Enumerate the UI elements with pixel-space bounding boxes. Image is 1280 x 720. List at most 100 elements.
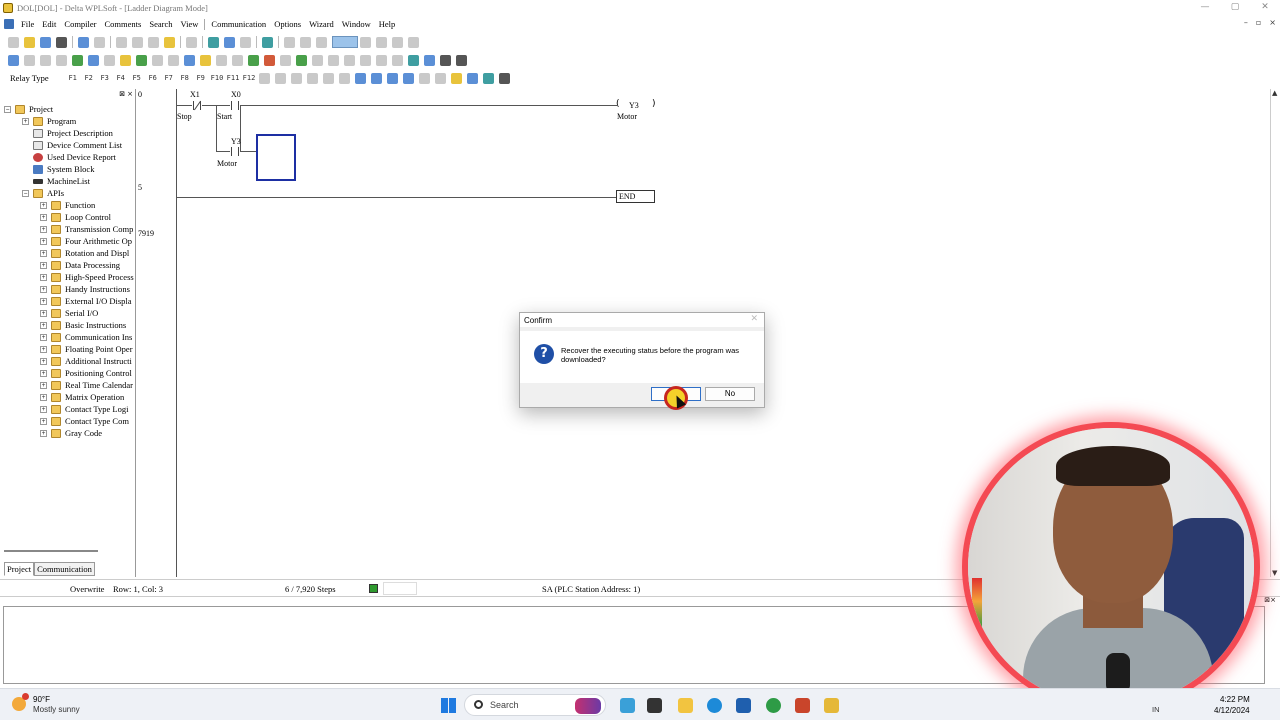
wplsoft-taskbar-icon[interactable] xyxy=(824,698,839,713)
monitor-icon[interactable] xyxy=(56,54,67,66)
online-icon[interactable] xyxy=(78,36,89,48)
f8-button[interactable]: F8 xyxy=(179,74,191,82)
expand-icon[interactable]: + xyxy=(40,237,47,245)
comment-mode-icon[interactable] xyxy=(88,54,99,66)
expand-icon[interactable]: + xyxy=(40,369,47,377)
tree-node[interactable]: + Loop Control xyxy=(4,211,136,223)
status-icon[interactable] xyxy=(296,54,307,66)
compile-icon[interactable] xyxy=(72,54,83,66)
expand-icon[interactable]: + xyxy=(40,429,47,437)
jump-icon[interactable] xyxy=(418,72,430,84)
horizontal-scrollbar[interactable] xyxy=(4,550,98,552)
tree-node[interactable]: + Additional Instructi xyxy=(4,355,136,367)
panel-close-icon[interactable]: × xyxy=(127,90,133,98)
menu-window[interactable]: Window xyxy=(338,19,375,29)
tab-communication[interactable]: Communication xyxy=(34,562,95,576)
normally-open-contact[interactable] xyxy=(230,101,240,111)
expand-icon[interactable]: + xyxy=(40,285,47,293)
weather-description[interactable]: Mostly sunny xyxy=(33,705,80,714)
offline-icon[interactable] xyxy=(94,36,105,48)
undo-icon[interactable] xyxy=(186,36,197,48)
menu-view[interactable]: View xyxy=(177,19,203,29)
menu-comments[interactable]: Comments xyxy=(101,19,146,29)
step-icon[interactable] xyxy=(370,72,382,84)
reset-icon[interactable] xyxy=(344,54,355,66)
parallel-icon[interactable] xyxy=(258,72,270,84)
menu-edit[interactable]: Edit xyxy=(38,19,60,29)
f12-button[interactable]: F12 xyxy=(243,74,256,82)
read-plc-icon[interactable] xyxy=(300,36,311,48)
tree-node[interactable]: + Real Time Calendar xyxy=(4,379,136,391)
expand-icon[interactable]: + xyxy=(40,345,47,353)
menu-options[interactable]: Options xyxy=(270,19,305,29)
force-icon[interactable] xyxy=(312,54,323,66)
tree-node[interactable]: Project Description xyxy=(4,127,136,139)
f5-contact-button[interactable]: F5 xyxy=(131,74,143,82)
dialog-close-icon[interactable]: ✕ xyxy=(750,314,758,324)
expand-icon[interactable]: + xyxy=(40,405,47,413)
tree-node[interactable]: + High-Speed Process xyxy=(4,271,136,283)
zoom-in-icon[interactable] xyxy=(224,36,235,48)
close-icon[interactable]: ✕ xyxy=(1250,0,1280,16)
menu-communication[interactable]: Communication xyxy=(207,19,270,29)
chrome-icon[interactable] xyxy=(766,698,781,713)
end-instruction[interactable]: END xyxy=(616,190,655,203)
copy-icon[interactable] xyxy=(132,36,143,48)
edge-icon[interactable] xyxy=(707,698,722,713)
f9-button[interactable]: F9 xyxy=(195,74,207,82)
expand-icon[interactable]: + xyxy=(40,273,47,281)
block-icon[interactable] xyxy=(498,72,510,84)
cut-icon[interactable] xyxy=(116,36,127,48)
f4-contact-button[interactable]: F4 xyxy=(115,74,127,82)
expand-icon[interactable]: + xyxy=(40,213,47,221)
refresh-icon[interactable] xyxy=(392,36,403,48)
stop-icon[interactable] xyxy=(264,54,275,66)
clear-icon[interactable] xyxy=(164,36,175,48)
clock-date[interactable]: 4/12/2024 xyxy=(1214,706,1250,715)
branch-icon[interactable] xyxy=(274,72,286,84)
new-file-icon[interactable] xyxy=(8,36,19,48)
f7-coil-button[interactable]: F7 xyxy=(163,74,175,82)
collapse-icon[interactable]: − xyxy=(4,105,11,113)
no-button[interactable]: No xyxy=(705,387,755,401)
expand-icon[interactable]: + xyxy=(40,321,47,329)
counter-icon[interactable] xyxy=(402,72,414,84)
dock-icon[interactable]: ⊠ xyxy=(119,90,125,98)
find-icon[interactable] xyxy=(408,54,419,66)
expand-icon[interactable]: + xyxy=(40,225,47,233)
output-panel-controls[interactable]: ⊠× xyxy=(1264,596,1276,604)
compare-icon[interactable] xyxy=(316,36,327,48)
mdi-restore-icon[interactable]: ▫ xyxy=(1256,18,1261,27)
set-icon[interactable] xyxy=(328,54,339,66)
settings-icon[interactable] xyxy=(456,54,467,66)
save-icon[interactable] xyxy=(40,36,51,48)
expand-icon[interactable]: + xyxy=(40,393,47,401)
menu-search[interactable]: Search xyxy=(145,19,176,29)
horizontal-line-icon[interactable] xyxy=(306,72,318,84)
plc-icon[interactable] xyxy=(280,54,291,66)
task-view-icon[interactable] xyxy=(647,698,662,713)
file-explorer-icon[interactable] xyxy=(678,698,693,713)
powerpoint-icon[interactable] xyxy=(795,698,810,713)
scroll-down-icon[interactable]: ▼ xyxy=(1272,569,1277,577)
pin-icon[interactable] xyxy=(184,54,195,66)
expand-icon[interactable]: + xyxy=(40,357,47,365)
tree-node[interactable]: + Rotation and Displ xyxy=(4,247,136,259)
expand-icon[interactable]: + xyxy=(40,297,47,305)
open-file-icon[interactable] xyxy=(24,36,35,48)
f11-button[interactable]: F11 xyxy=(227,74,240,82)
tree-node[interactable]: MachineList xyxy=(4,175,136,187)
pulse-icon[interactable] xyxy=(338,72,350,84)
tree-node[interactable]: + Function xyxy=(4,199,136,211)
register-icon[interactable] xyxy=(168,54,179,66)
grid-icon[interactable] xyxy=(104,54,115,66)
zoom-icon[interactable] xyxy=(208,36,219,48)
network-icon[interactable] xyxy=(440,54,451,66)
start-icon[interactable] xyxy=(248,54,259,66)
stepper-icon[interactable] xyxy=(360,36,371,48)
mdi-close-icon[interactable]: × xyxy=(1269,18,1276,27)
f2-contact-button[interactable]: F2 xyxy=(83,74,95,82)
tree-node-project[interactable]: − Project xyxy=(4,103,136,115)
weather-temperature[interactable]: 90°F xyxy=(33,695,50,704)
tree-node[interactable]: + External I/O Displa xyxy=(4,295,136,307)
